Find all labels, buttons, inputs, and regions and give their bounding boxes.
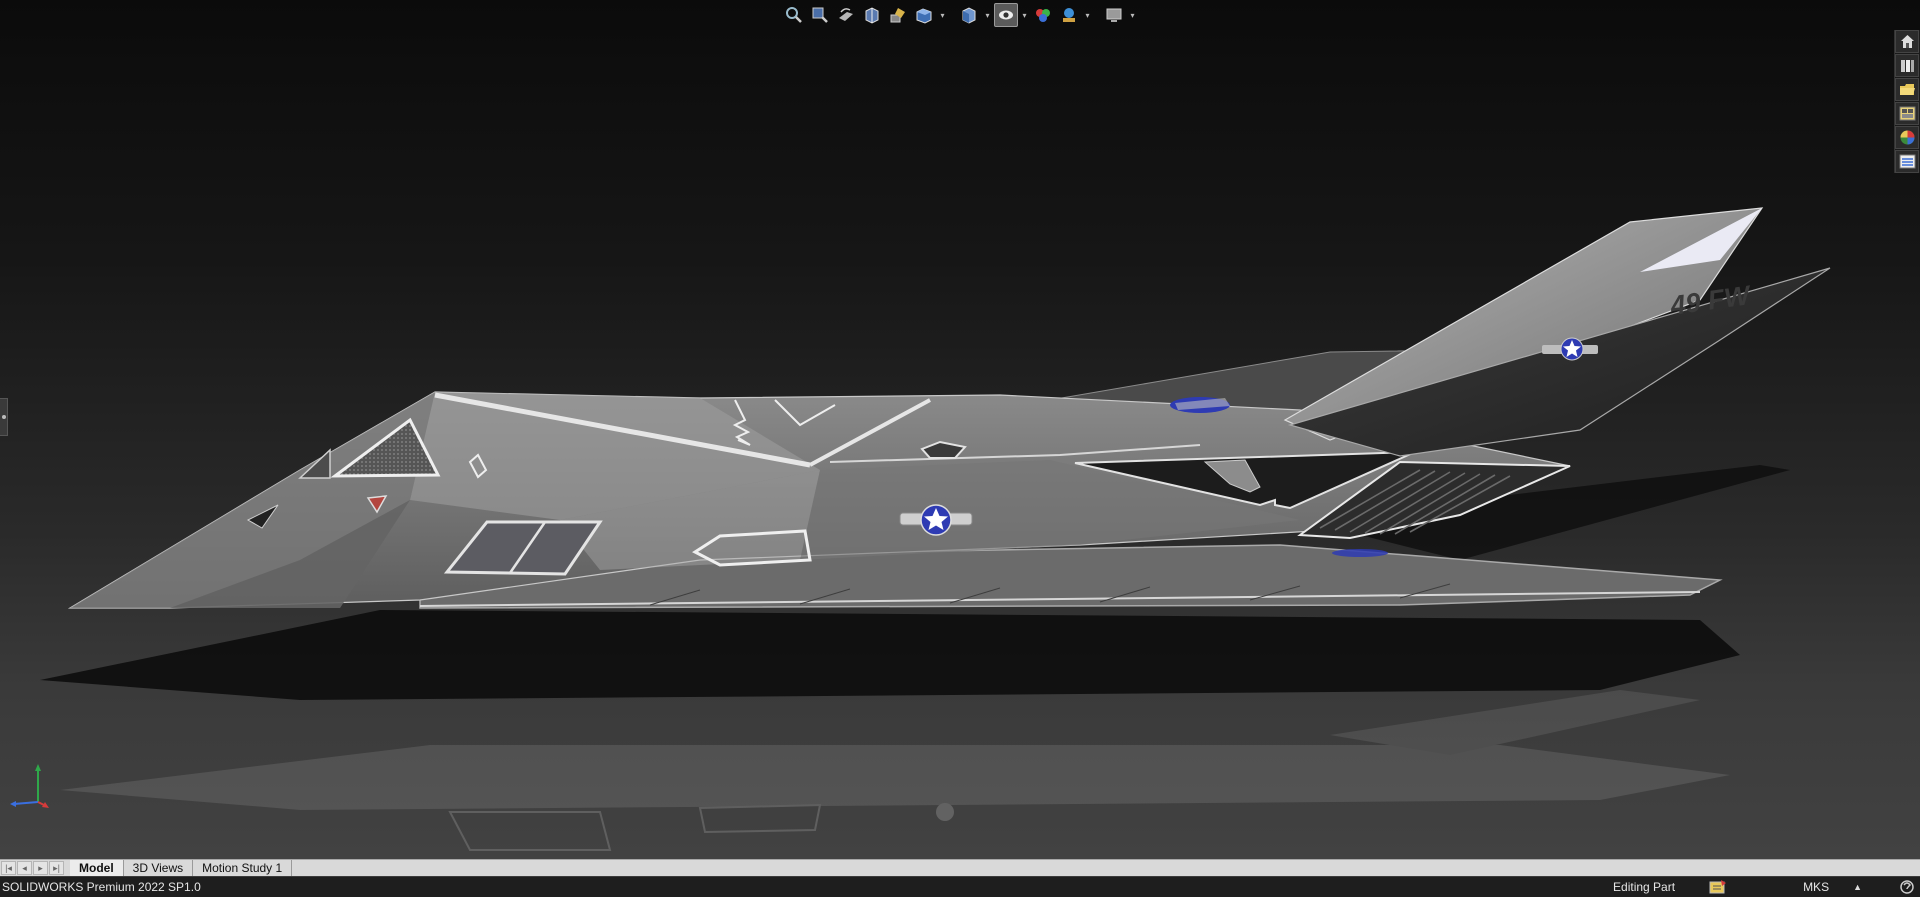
reference-triad xyxy=(10,764,49,808)
view-orientation-icon[interactable] xyxy=(912,3,936,27)
product-version: SOLIDWORKS Premium 2022 SP1.0 xyxy=(2,880,201,894)
unit-system[interactable]: MKS xyxy=(1803,880,1829,894)
solidworks-resources-icon[interactable] xyxy=(1895,30,1919,53)
file-explorer-icon[interactable] xyxy=(1895,78,1919,101)
insignia-upper xyxy=(1170,397,1230,413)
first-tab-icon[interactable]: |◂ xyxy=(1,861,16,875)
view-orientation-dropdown-icon[interactable]: ▾ xyxy=(938,3,947,27)
tab-scroll-buttons: |◂ ◂ ▸ ▸| xyxy=(0,860,70,876)
floor-reflection xyxy=(60,690,1730,851)
hide-show-dropdown-icon[interactable]: ▾ xyxy=(1020,3,1029,27)
appearances-scenes-icon[interactable] xyxy=(1895,126,1919,149)
dynamic-annotation-view-icon[interactable] xyxy=(886,3,910,27)
hide-show-items-icon[interactable] xyxy=(994,3,1018,27)
tab-model[interactable]: Model xyxy=(70,860,124,876)
zoom-to-fit-icon[interactable] xyxy=(782,3,806,27)
feature-manager-collapse-handle[interactable] xyxy=(0,398,8,436)
tab-motion-study-1[interactable]: Motion Study 1 xyxy=(193,860,293,876)
editing-state: Editing Part xyxy=(1613,880,1676,894)
view-settings-dropdown-icon[interactable]: ▾ xyxy=(1128,3,1137,27)
rebuild-status-icon[interactable] xyxy=(1709,879,1727,895)
tab-3d-views[interactable]: 3D Views xyxy=(123,860,194,876)
aircraft-model[interactable]: 49 FW xyxy=(0,0,1920,859)
apply-scene-dropdown-icon[interactable]: ▾ xyxy=(1083,3,1092,27)
custom-properties-icon[interactable] xyxy=(1895,150,1919,173)
graphics-area[interactable]: 49 FW ▾ ▾ ▾ ▾ ▾ xyxy=(0,0,1920,859)
display-style-dropdown-icon[interactable]: ▾ xyxy=(983,3,992,27)
status-bar: SOLIDWORKS Premium 2022 SP1.0 Editing Pa… xyxy=(0,876,1920,897)
section-view-icon[interactable] xyxy=(860,3,884,27)
handle-dot-icon xyxy=(1,415,6,419)
apply-scene-icon[interactable] xyxy=(1057,3,1081,27)
previous-tab-icon[interactable]: ◂ xyxy=(17,861,32,875)
view-palette-icon[interactable] xyxy=(1895,102,1919,125)
edit-appearance-icon[interactable] xyxy=(1031,3,1055,27)
display-style-icon[interactable] xyxy=(957,3,981,27)
unit-system-arrow-icon[interactable]: ▲ xyxy=(1853,882,1862,892)
zoom-to-area-icon[interactable] xyxy=(808,3,832,27)
task-pane xyxy=(1894,30,1920,173)
previous-view-icon[interactable] xyxy=(834,3,858,27)
next-tab-icon[interactable]: ▸ xyxy=(33,861,48,875)
design-library-icon[interactable] xyxy=(1895,54,1919,77)
last-tab-icon[interactable]: ▸| xyxy=(49,861,64,875)
ground-shadow xyxy=(40,610,1740,700)
heads-up-view-toolbar: ▾ ▾ ▾ ▾ ▾ xyxy=(782,3,1137,27)
quick-tips-icon[interactable] xyxy=(1898,879,1916,895)
view-settings-icon[interactable] xyxy=(1102,3,1126,27)
model-tab-bar: |◂ ◂ ▸ ▸| Model 3D Views Motion Study 1 xyxy=(0,859,1920,876)
